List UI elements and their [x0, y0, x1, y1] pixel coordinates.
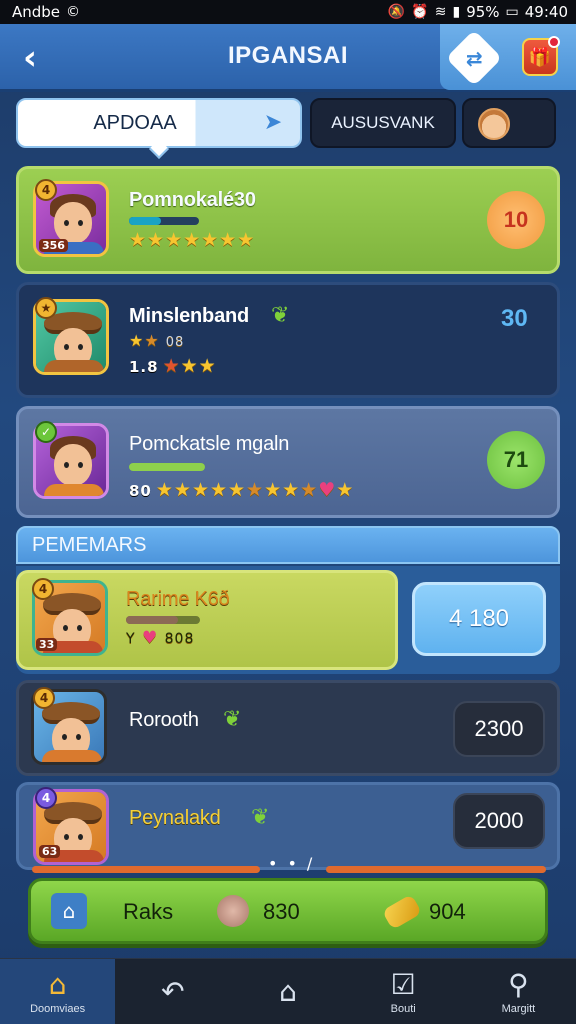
status-bar: Andbe © 🔕 ⏰ ≋ ▮ 95% ▭ 49:40 [0, 0, 576, 24]
header-actions: ⇄ 🎁 [440, 24, 576, 90]
score-badge: 10 [487, 191, 545, 249]
player-name: Pomckatsle mgaln [129, 433, 290, 455]
person-icon: ⚲ [508, 967, 529, 1001]
pagination-dots: ••/ [268, 854, 323, 873]
leaf-icon: ❦ [271, 303, 290, 328]
action-bar-value-2: 904 [429, 899, 466, 924]
star-rating: 80 ★★★★★★★★★♥★ [129, 479, 355, 501]
level-badge: 4 [33, 687, 55, 709]
pig-icon [217, 895, 249, 927]
leaf-icon: ❦ [223, 707, 242, 732]
extra-value: 808 [164, 631, 195, 647]
action-bar-label: Raks [123, 899, 174, 924]
score-value: 2000 [453, 793, 545, 849]
action-bar-value-1: 830 [263, 899, 300, 924]
battery-icon: ▭ [505, 4, 519, 20]
checkbox-icon: ☑ [390, 967, 416, 1001]
extra-value: 08 [165, 335, 185, 350]
leaderboard-row[interactable]: 4 Rorooth ❦ 2300 [16, 680, 560, 776]
score-badge: 71 [487, 431, 545, 489]
nav-item-back[interactable]: ↶ [115, 959, 230, 1024]
star-rating: ★★★★★★★ [129, 229, 256, 251]
home-icon: ⌂ [51, 893, 87, 929]
app-notification-icon: © [66, 4, 81, 20]
share-button[interactable]: ⇄ [445, 29, 503, 87]
gift-icon: 🎁 [528, 46, 552, 68]
bottom-nav: ⌂ Doomviaes ↶ ⌂ ☑ Bouti ⚲ Margitt [0, 958, 576, 1024]
nav-label: Margitt [501, 1002, 536, 1015]
progress-line-right [326, 866, 546, 873]
leaderboard-row[interactable]: ✓ Pomckatsle mgaln 80 ★★★★★★★★★♥★ 71 [16, 406, 560, 518]
leaf-icon: ❦ [251, 805, 270, 830]
level-number: 356 [39, 239, 68, 252]
back-button[interactable]: ‹ [12, 38, 48, 78]
row-prefix: 1.8 [129, 358, 159, 376]
nav-item-home[interactable]: ⌂ Doomviaes [0, 959, 116, 1024]
alarm-icon: ⏰ [411, 4, 429, 20]
wifi-icon: ≋ [434, 4, 447, 20]
avatar-icon [478, 108, 510, 140]
leaderboard-row[interactable]: 4 356 Pomnokalé30 ★★★★★★★ 10 [16, 166, 560, 274]
home-icon: ⌂ [48, 967, 67, 1001]
progress-fill [129, 217, 161, 225]
progress-line-left [32, 866, 260, 873]
check-badge-icon: ✓ [35, 421, 57, 443]
level-badge: 4 [32, 578, 54, 600]
row-prefix: Y [126, 631, 136, 647]
progress-bar [129, 463, 205, 471]
star-rating: ★★ 08 [129, 331, 185, 350]
leaderboard-row[interactable]: ★ Minslenband ❦ ★★ 08 1.8 ★★★ 30 [16, 282, 560, 398]
row-prefix: 80 [129, 482, 152, 500]
send-icon: ➤ [263, 110, 283, 135]
level-badge: 4 [35, 787, 57, 809]
star-rating-2: 1.8 ★★★ [129, 355, 217, 377]
progress-bar [126, 616, 200, 624]
player-name: Rorooth [129, 709, 199, 731]
tab-active-label: APDOAA [93, 112, 177, 134]
tab-other-label: AUSUSVANK [331, 113, 435, 132]
mute-icon: 🔕 [387, 4, 406, 20]
player-name: Pomnokalé30 [129, 189, 256, 211]
progress-fill [126, 616, 178, 624]
action-bar[interactable]: ⌂ Raks 830 904 [28, 878, 548, 944]
level-number: 33 [36, 638, 58, 651]
level-badge: 4 [35, 179, 57, 201]
share-icon: ⇄ [465, 45, 483, 70]
nav-label: Doomviaes [30, 1002, 86, 1015]
score-value: 4 180 [448, 605, 510, 632]
star-rating: Y ♥ 808 [126, 628, 195, 648]
progress-fill [129, 463, 205, 471]
status-app-label: Andbe [12, 3, 61, 21]
player-name: Peynalakd [129, 807, 221, 829]
section-header: PEMEMARS [16, 526, 560, 564]
player-name: Rarime K6ð [126, 588, 230, 610]
back-arrow-icon: ↶ [161, 974, 185, 1008]
status-time: 49:40 [524, 3, 568, 21]
gift-button[interactable]: 🎁 [522, 36, 560, 76]
nav-item-bouti[interactable]: ☑ Bouti [346, 959, 461, 1024]
player-name: Minslenband [129, 305, 250, 327]
nav-item-margitt[interactable]: ⚲ Margitt [461, 959, 576, 1024]
app-header: ‹ IPGANSAI ⇄ 🎁 [0, 24, 576, 92]
score-value: 30 [501, 305, 528, 332]
gold-bar-icon [381, 893, 423, 931]
signal-icon: ▮ [452, 4, 461, 20]
chevron-left-icon: ‹ [22, 38, 37, 78]
progress-bar [129, 217, 199, 225]
nav-item-house[interactable]: ⌂ [230, 959, 345, 1024]
score-value: 2300 [453, 701, 545, 757]
level-number: 63 [39, 845, 61, 858]
score-button[interactable]: 4 180 [412, 582, 546, 656]
house-outline-icon: ⌂ [279, 974, 297, 1008]
section-title: PEMEMARS [32, 534, 147, 556]
tab-avatar[interactable] [462, 98, 556, 148]
tab-other[interactable]: AUSUSVANK [310, 98, 456, 148]
nav-label: Bouti [390, 1002, 416, 1015]
tab-bar: APDOAA ➤ AUSUSVANK [16, 98, 556, 159]
leaderboard-row[interactable]: 4 33 Rarime K6ð Y ♥ 808 4 180 [16, 566, 560, 674]
page-title: IPGANSAI [227, 42, 348, 69]
level-badge-icon: ★ [35, 297, 57, 319]
notification-dot [548, 36, 560, 48]
battery-percent: 95% [466, 3, 500, 21]
